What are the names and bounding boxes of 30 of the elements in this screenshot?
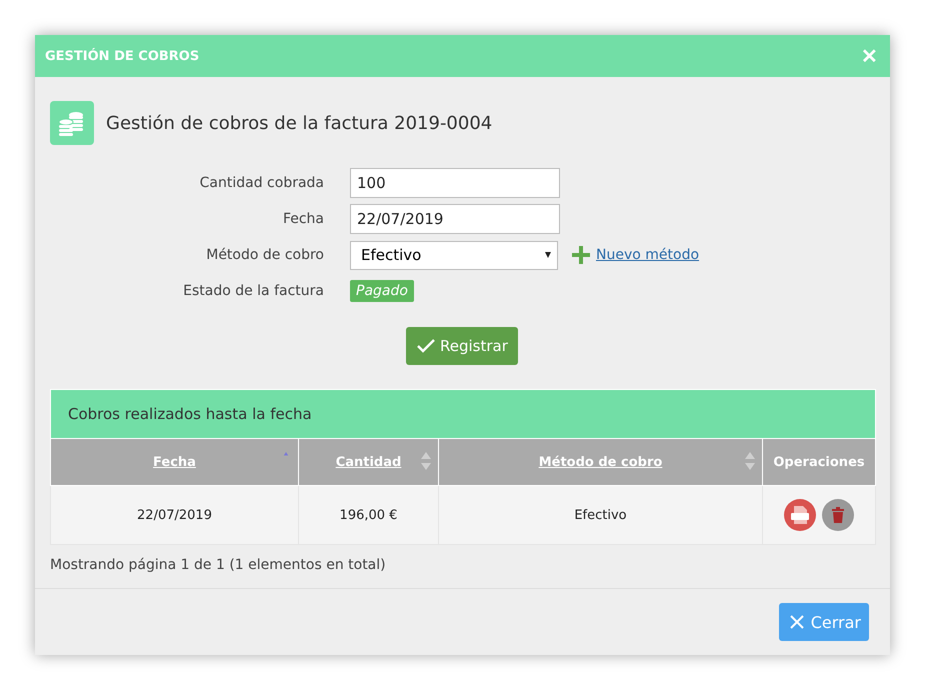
check-icon	[416, 338, 436, 354]
close-icon	[788, 614, 805, 630]
table-cell: Efectivo	[438, 486, 762, 544]
field-label: Fecha	[282, 211, 325, 227]
pagination-info: Mostrando página 1 de 1 (1 elementos en total)	[50, 557, 387, 573]
table-cell: 22/07/2019	[50, 486, 298, 544]
caret-icon	[545, 252, 551, 258]
window-title: GESTIÓN DE COBROS	[45, 48, 200, 64]
column-header[interactable]: Cantidad	[298, 438, 438, 486]
register-button[interactable]: Registrar	[406, 327, 518, 365]
field-label: Método de cobro	[205, 247, 325, 263]
column-header[interactable]: Método de cobro	[438, 438, 762, 486]
trash-icon[interactable]	[822, 499, 854, 531]
field-label: Estado de la factura	[182, 283, 325, 299]
input-field[interactable]: 100	[350, 168, 560, 198]
plus-icon	[572, 246, 590, 264]
pdf-document-icon[interactable]	[784, 499, 816, 531]
column-header: Operaciones	[762, 438, 876, 486]
select-dropdown[interactable]: Efectivo	[350, 240, 558, 270]
column-header[interactable]: Fecha	[50, 438, 298, 486]
coins-icon	[50, 101, 94, 145]
input-field[interactable]: 22/07/2019	[350, 204, 560, 234]
status-badge: Pagado	[350, 280, 414, 302]
new-method-link[interactable]: Nuevo método	[596, 247, 700, 263]
table-cell: 196,00 €	[298, 486, 438, 544]
field-label: Cantidad cobrada	[198, 175, 325, 191]
close-dialog-button[interactable]: Cerrar	[778, 603, 869, 641]
close-button[interactable]: ✕	[859, 44, 880, 68]
table-title: Cobros realizados hasta la fecha	[68, 405, 312, 423]
dialog-heading: Gestión de cobros de la factura 2019-0004	[106, 112, 492, 134]
